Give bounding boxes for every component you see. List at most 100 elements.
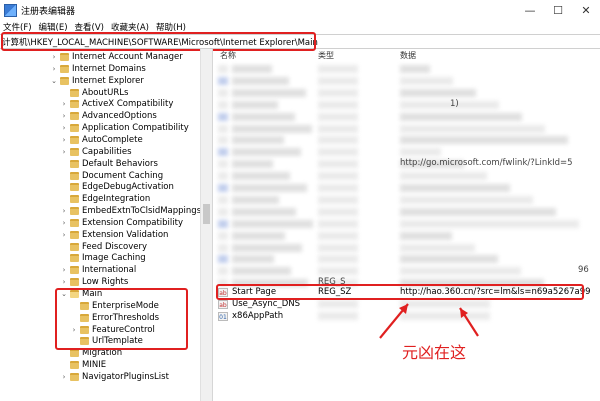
tree-item[interactable]: › AdvancedOptions (60, 110, 157, 122)
tree-item-label: MINIE (82, 360, 107, 371)
folder-icon (70, 183, 79, 192)
tree-item[interactable]: Migration (60, 347, 122, 359)
tree-item-label: Internet Domains (72, 63, 146, 74)
collapsed-chevron-icon[interactable]: › (60, 373, 68, 381)
folder-icon (70, 242, 79, 251)
address-bar[interactable]: 计算机\HKEY_LOCAL_MACHINE\SOFTWARE\Microsof… (0, 34, 600, 49)
tree-scrollbar[interactable] (200, 49, 212, 401)
tree-item[interactable]: › AutoComplete (60, 134, 143, 146)
tree-item-label: EmbedExtnToClsidMappings (82, 206, 202, 217)
tree-item[interactable]: › Extension Compatibility (60, 217, 183, 229)
folder-icon (70, 218, 79, 227)
tree-item[interactable]: EnterpriseMode (70, 300, 159, 312)
collapsed-chevron-icon[interactable]: › (50, 65, 58, 73)
tree-item[interactable]: Default Behaviors (60, 158, 158, 170)
expanded-chevron-icon[interactable]: ⌄ (60, 290, 68, 298)
redacted-value-icon (218, 207, 228, 216)
collapsed-chevron-icon[interactable]: › (60, 148, 68, 156)
tree-item[interactable]: ⌄ Main (60, 288, 102, 300)
tree-item-label: Image Caching (82, 253, 146, 264)
tree-item[interactable]: Document Caching (60, 170, 163, 182)
menu-help[interactable]: 帮助(H) (156, 21, 186, 33)
redacted-value-data (400, 184, 510, 192)
redacted-value-data (400, 148, 441, 157)
value-name: Use_Async_DNS (232, 299, 301, 309)
redacted-value-data (400, 243, 475, 252)
binary-value-icon: 01 (218, 311, 228, 321)
redacted-value-name (232, 136, 284, 145)
maximize-button[interactable]: ☐ (544, 0, 572, 20)
column-header-data[interactable]: 数据 (400, 50, 416, 62)
collapsed-chevron-icon[interactable]: › (60, 124, 68, 132)
redacted-value-cell (318, 312, 358, 320)
tree-item[interactable]: EdgeDebugActivation (60, 181, 174, 193)
collapsed-chevron-icon[interactable]: › (50, 53, 58, 61)
collapsed-chevron-icon[interactable]: › (60, 112, 68, 120)
tree-item[interactable]: Feed Discovery (60, 241, 147, 253)
column-header-type[interactable]: 类型 (318, 50, 334, 62)
tree-item[interactable]: AboutURLs (60, 87, 128, 99)
tree-item[interactable]: › International (60, 264, 137, 276)
redacted-value-name (232, 195, 279, 204)
redacted-value-type (318, 160, 358, 169)
tree-item-label: Feed Discovery (82, 241, 147, 252)
string-value-icon: ab (218, 287, 228, 297)
menu-view[interactable]: 查看(V) (75, 21, 104, 33)
folder-icon (70, 159, 79, 168)
collapsed-chevron-icon[interactable]: › (60, 219, 68, 227)
folder-icon (70, 349, 79, 358)
folder-icon (70, 100, 79, 109)
redacted-value-icon (218, 184, 228, 192)
tree-item[interactable]: › Extension Validation (60, 229, 169, 241)
collapsed-chevron-icon[interactable]: › (70, 326, 78, 334)
redacted-value-name (232, 172, 290, 181)
folder-icon (70, 88, 79, 97)
menu-file[interactable]: 文件(F) (3, 21, 32, 33)
tree-item-label: Default Behaviors (82, 158, 158, 169)
minimize-button[interactable]: — (516, 0, 544, 20)
tree-item[interactable]: UrlTemplate (70, 335, 143, 347)
column-header-name[interactable]: 名称 (220, 50, 236, 62)
tree-item[interactable]: ⌄ Internet Explorer (50, 75, 144, 87)
tree-item[interactable]: MINIE (60, 359, 106, 371)
redacted-value-icon (218, 255, 228, 264)
address-path[interactable]: 计算机\HKEY_LOCAL_MACHINE\SOFTWARE\Microsof… (2, 36, 318, 48)
tree-item-label: Document Caching (82, 170, 164, 181)
tree-item[interactable]: ErrorThresholds (70, 312, 159, 324)
tree-item[interactable]: EdgeIntegration (60, 193, 150, 205)
redacted-value-name (232, 207, 296, 216)
redacted-value-name (232, 124, 312, 133)
menu-favorites[interactable]: 收藏夹(A) (111, 21, 149, 33)
expanded-chevron-icon[interactable]: ⌄ (50, 77, 58, 85)
redacted-value-data (400, 124, 545, 133)
tree-item[interactable]: › Internet Account Manager (50, 51, 183, 63)
tree-item[interactable]: › Capabilities (60, 146, 132, 158)
tree-item[interactable]: › NavigatorPluginsList (60, 371, 169, 383)
redacted-value-name (232, 76, 289, 85)
redacted-value-type (318, 65, 358, 73)
redacted-value-data (400, 207, 556, 216)
tree-item[interactable]: › ActiveX Compatibility (60, 98, 174, 110)
collapsed-chevron-icon[interactable]: › (60, 231, 68, 239)
folder-icon (70, 112, 79, 121)
value-name: Start Page (232, 287, 277, 297)
tree-item-label: AutoComplete (82, 134, 143, 145)
menu-edit[interactable]: 编辑(E) (39, 21, 68, 33)
collapsed-chevron-icon[interactable]: › (60, 266, 68, 274)
tree-scroll-thumb[interactable] (203, 204, 210, 224)
tree-item[interactable]: › Low Rights (60, 276, 129, 288)
collapsed-chevron-icon[interactable]: › (60, 278, 68, 286)
tree-item[interactable]: › Internet Domains (50, 63, 146, 75)
tree-item[interactable]: › Application Compatibility (60, 122, 189, 134)
close-button[interactable]: ✕ (572, 0, 600, 20)
collapsed-chevron-icon[interactable]: › (60, 136, 68, 144)
collapsed-chevron-icon[interactable]: › (60, 100, 68, 108)
window-title: 注册表编辑器 (21, 6, 76, 17)
tree-item[interactable]: › EmbedExtnToClsidMappings (60, 205, 202, 217)
tree-item-label: ErrorThresholds (92, 312, 160, 323)
collapsed-chevron-icon[interactable]: › (60, 207, 68, 215)
tree-item[interactable]: Image Caching (60, 252, 146, 264)
tree-item[interactable]: › FeatureControl (70, 324, 155, 336)
redacted-value-icon (218, 124, 228, 133)
tree-item-label: Extension Validation (82, 229, 169, 240)
